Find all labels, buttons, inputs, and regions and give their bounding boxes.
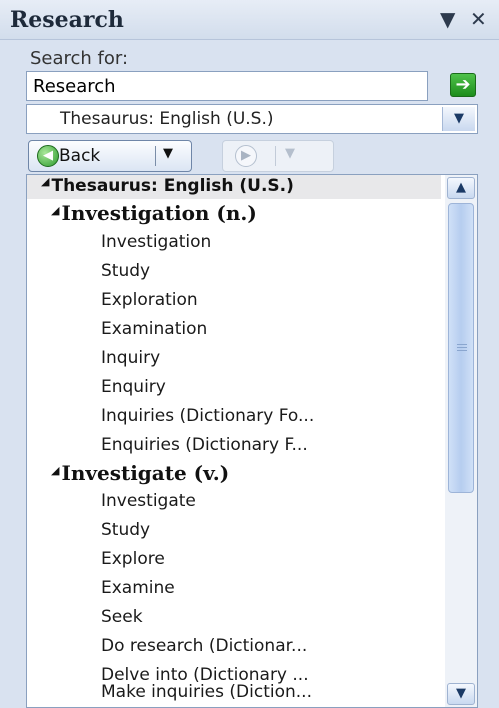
results-header-label: Thesaurus: English (U.S.) [51,176,294,196]
scroll-down-icon[interactable]: ▼ [447,683,475,705]
group-title: Investigate (v.) [61,461,230,485]
arrow-right-icon: ➔ [455,74,471,95]
pane-options-dropdown-icon[interactable]: ▼ [440,6,455,32]
forward-history-dropdown-icon[interactable]: ▼ [285,146,295,161]
pane-title: Research [10,7,124,33]
results-header-thesaurus[interactable]: ◢ Thesaurus: English (U.S.) [27,175,441,199]
pane-titlebar: Research ▼ ✕ [0,0,499,40]
expand-triangle-icon[interactable]: ◢ [51,464,59,477]
scrollbar-thumb[interactable] [448,203,474,493]
search-input[interactable] [26,71,428,101]
forward-arrow-icon: ▶ [235,145,257,167]
vertical-scrollbar[interactable]: ▲ ▼ [445,175,477,707]
split-divider [155,146,156,166]
group-title: Investigation (n.) [61,201,257,225]
split-divider [275,146,276,166]
results-list: ◢ Thesaurus: English (U.S.) ◢ Investigatio… [26,174,478,708]
expand-triangle-icon[interactable]: ◢ [41,175,49,188]
back-button-label: Back [59,146,101,166]
back-arrow-icon: ◀ [37,145,59,167]
forward-button[interactable]: ▶ ▼ [222,140,334,172]
back-history-dropdown-icon[interactable]: ▼ [163,146,173,161]
grip-icon [457,344,467,352]
reference-source-select[interactable]: Thesaurus: English (U.S.) ▼ [26,104,478,134]
chevron-down-icon[interactable]: ▼ [442,107,475,131]
close-icon[interactable]: ✕ [470,6,487,32]
scroll-up-icon[interactable]: ▲ [447,177,475,199]
reference-source-value: Thesaurus: English (U.S.) [60,109,274,129]
expand-triangle-icon[interactable]: ◢ [51,204,59,217]
start-searching-button[interactable]: ➔ [450,73,476,97]
search-for-label: Search for: [30,48,129,69]
back-button[interactable]: ◀ Back ▼ [28,140,192,172]
